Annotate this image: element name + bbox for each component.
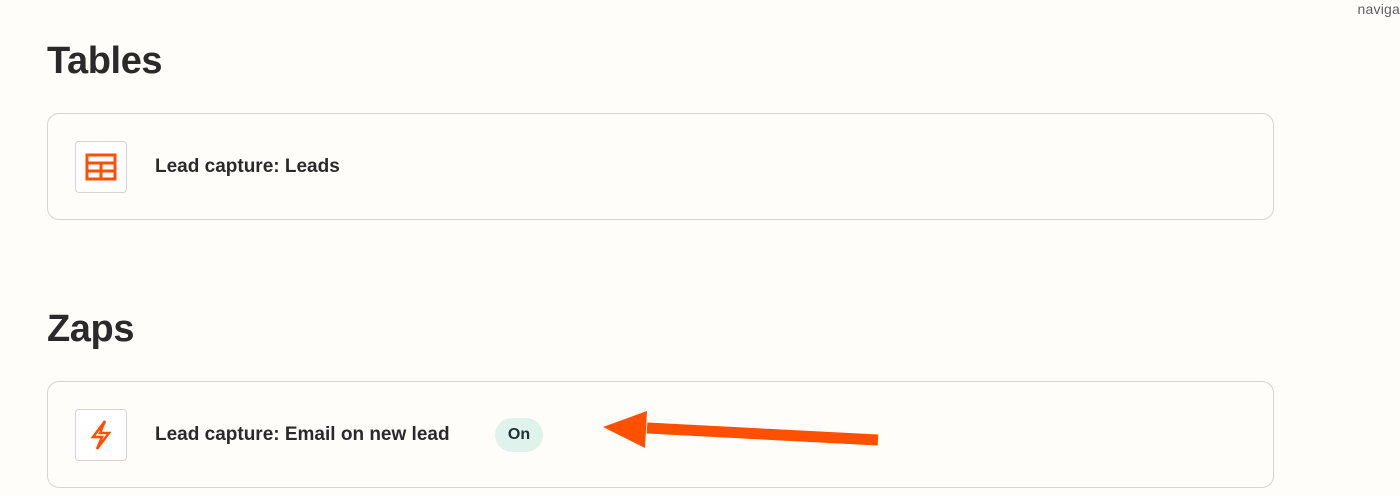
zap-status-badge: On	[495, 418, 543, 452]
zap-card-label: Lead capture: Email on new lead	[155, 424, 450, 445]
navigation-text-fragment: naviga	[1357, 1, 1400, 17]
zap-card[interactable]: Lead capture: Email on new lead On	[47, 381, 1274, 488]
tables-section-title: Tables	[47, 40, 163, 82]
table-icon	[75, 141, 127, 193]
table-card-label: Lead capture: Leads	[155, 156, 340, 177]
zap-bolt-icon	[75, 409, 127, 461]
table-card[interactable]: Lead capture: Leads	[47, 113, 1274, 220]
zaps-section-title: Zaps	[47, 308, 135, 350]
